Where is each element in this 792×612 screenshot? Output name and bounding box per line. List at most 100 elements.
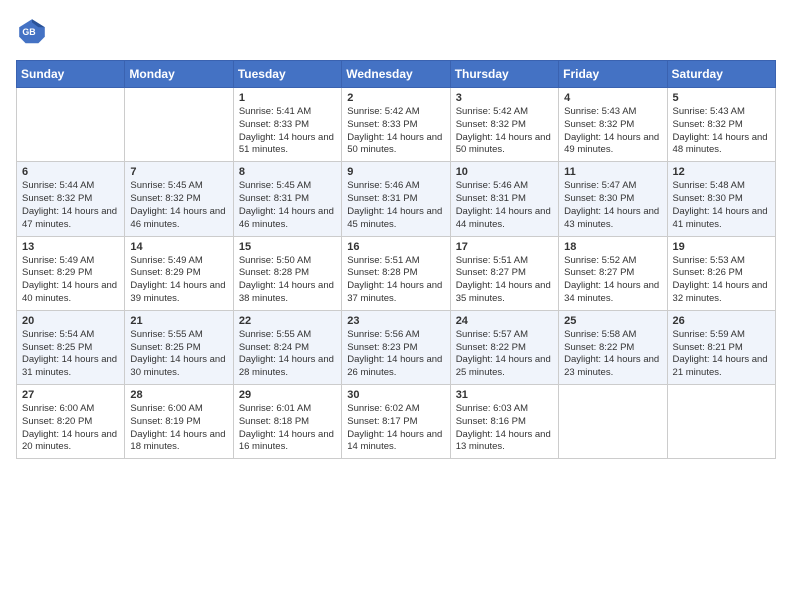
sunset-text: Sunset: 8:25 PM	[130, 342, 200, 353]
day-number: 9	[347, 166, 444, 178]
daylight-text: Daylight: 14 hours and 31 minutes.	[22, 354, 117, 378]
day-number: 20	[22, 315, 119, 327]
calendar-cell: 10 Sunrise: 5:46 AM Sunset: 8:31 PM Dayl…	[450, 162, 558, 236]
sunset-text: Sunset: 8:24 PM	[239, 342, 309, 353]
calendar-cell: 18 Sunrise: 5:52 AM Sunset: 8:27 PM Dayl…	[559, 236, 667, 310]
calendar-cell: 24 Sunrise: 5:57 AM Sunset: 8:22 PM Dayl…	[450, 310, 558, 384]
daylight-text: Daylight: 14 hours and 23 minutes.	[564, 354, 659, 378]
daylight-text: Daylight: 14 hours and 25 minutes.	[456, 354, 551, 378]
day-info: Sunrise: 5:58 AM Sunset: 8:22 PM Dayligh…	[564, 329, 661, 380]
calendar-cell	[17, 88, 125, 162]
sunrise-text: Sunrise: 5:56 AM	[347, 329, 419, 340]
day-info: Sunrise: 5:47 AM Sunset: 8:30 PM Dayligh…	[564, 180, 661, 231]
daylight-text: Daylight: 14 hours and 40 minutes.	[22, 280, 117, 304]
sunset-text: Sunset: 8:30 PM	[564, 193, 634, 204]
day-number: 1	[239, 92, 336, 104]
sunrise-text: Sunrise: 5:43 AM	[673, 106, 745, 117]
day-info: Sunrise: 6:02 AM Sunset: 8:17 PM Dayligh…	[347, 403, 444, 454]
sunrise-text: Sunrise: 5:42 AM	[347, 106, 419, 117]
calendar-week-row: 20 Sunrise: 5:54 AM Sunset: 8:25 PM Dayl…	[17, 310, 776, 384]
daylight-text: Daylight: 14 hours and 46 minutes.	[130, 206, 225, 230]
calendar-cell: 28 Sunrise: 6:00 AM Sunset: 8:19 PM Dayl…	[125, 385, 233, 459]
day-info: Sunrise: 5:42 AM Sunset: 8:33 PM Dayligh…	[347, 106, 444, 157]
sunrise-text: Sunrise: 5:45 AM	[130, 180, 202, 191]
daylight-text: Daylight: 14 hours and 21 minutes.	[673, 354, 768, 378]
calendar-cell: 27 Sunrise: 6:00 AM Sunset: 8:20 PM Dayl…	[17, 385, 125, 459]
day-info: Sunrise: 5:56 AM Sunset: 8:23 PM Dayligh…	[347, 329, 444, 380]
day-number: 19	[673, 241, 770, 253]
svg-text:GB: GB	[22, 27, 35, 37]
sunset-text: Sunset: 8:17 PM	[347, 416, 417, 427]
calendar-cell: 20 Sunrise: 5:54 AM Sunset: 8:25 PM Dayl…	[17, 310, 125, 384]
day-info: Sunrise: 5:59 AM Sunset: 8:21 PM Dayligh…	[673, 329, 770, 380]
daylight-text: Daylight: 14 hours and 16 minutes.	[239, 429, 334, 453]
calendar-cell: 14 Sunrise: 5:49 AM Sunset: 8:29 PM Dayl…	[125, 236, 233, 310]
logo: GB	[16, 16, 52, 48]
day-number: 2	[347, 92, 444, 104]
sunset-text: Sunset: 8:27 PM	[564, 267, 634, 278]
calendar-week-row: 1 Sunrise: 5:41 AM Sunset: 8:33 PM Dayli…	[17, 88, 776, 162]
sunset-text: Sunset: 8:19 PM	[130, 416, 200, 427]
day-info: Sunrise: 5:44 AM Sunset: 8:32 PM Dayligh…	[22, 180, 119, 231]
sunrise-text: Sunrise: 5:50 AM	[239, 255, 311, 266]
day-info: Sunrise: 5:51 AM Sunset: 8:27 PM Dayligh…	[456, 255, 553, 306]
daylight-text: Daylight: 14 hours and 41 minutes.	[673, 206, 768, 230]
sunrise-text: Sunrise: 5:44 AM	[22, 180, 94, 191]
day-number: 22	[239, 315, 336, 327]
page-header: GB	[16, 16, 776, 48]
calendar-header-row: SundayMondayTuesdayWednesdayThursdayFrid…	[17, 61, 776, 88]
daylight-text: Daylight: 14 hours and 38 minutes.	[239, 280, 334, 304]
sunset-text: Sunset: 8:30 PM	[673, 193, 743, 204]
day-number: 16	[347, 241, 444, 253]
sunrise-text: Sunrise: 5:54 AM	[22, 329, 94, 340]
weekday-header-monday: Monday	[125, 61, 233, 88]
day-number: 3	[456, 92, 553, 104]
daylight-text: Daylight: 14 hours and 28 minutes.	[239, 354, 334, 378]
daylight-text: Daylight: 14 hours and 14 minutes.	[347, 429, 442, 453]
sunrise-text: Sunrise: 5:43 AM	[564, 106, 636, 117]
day-info: Sunrise: 5:43 AM Sunset: 8:32 PM Dayligh…	[564, 106, 661, 157]
daylight-text: Daylight: 14 hours and 32 minutes.	[673, 280, 768, 304]
day-number: 28	[130, 389, 227, 401]
sunset-text: Sunset: 8:32 PM	[673, 119, 743, 130]
calendar-cell: 21 Sunrise: 5:55 AM Sunset: 8:25 PM Dayl…	[125, 310, 233, 384]
day-info: Sunrise: 6:00 AM Sunset: 8:19 PM Dayligh…	[130, 403, 227, 454]
sunset-text: Sunset: 8:27 PM	[456, 267, 526, 278]
day-number: 4	[564, 92, 661, 104]
sunrise-text: Sunrise: 6:02 AM	[347, 403, 419, 414]
sunrise-text: Sunrise: 6:01 AM	[239, 403, 311, 414]
day-number: 21	[130, 315, 227, 327]
calendar-cell: 13 Sunrise: 5:49 AM Sunset: 8:29 PM Dayl…	[17, 236, 125, 310]
day-info: Sunrise: 5:41 AM Sunset: 8:33 PM Dayligh…	[239, 106, 336, 157]
sunrise-text: Sunrise: 5:47 AM	[564, 180, 636, 191]
sunset-text: Sunset: 8:33 PM	[239, 119, 309, 130]
day-number: 11	[564, 166, 661, 178]
daylight-text: Daylight: 14 hours and 37 minutes.	[347, 280, 442, 304]
calendar-week-row: 13 Sunrise: 5:49 AM Sunset: 8:29 PM Dayl…	[17, 236, 776, 310]
day-number: 18	[564, 241, 661, 253]
daylight-text: Daylight: 14 hours and 18 minutes.	[130, 429, 225, 453]
day-number: 23	[347, 315, 444, 327]
sunset-text: Sunset: 8:29 PM	[130, 267, 200, 278]
day-number: 31	[456, 389, 553, 401]
day-info: Sunrise: 5:54 AM Sunset: 8:25 PM Dayligh…	[22, 329, 119, 380]
calendar-cell: 9 Sunrise: 5:46 AM Sunset: 8:31 PM Dayli…	[342, 162, 450, 236]
daylight-text: Daylight: 14 hours and 34 minutes.	[564, 280, 659, 304]
calendar-week-row: 6 Sunrise: 5:44 AM Sunset: 8:32 PM Dayli…	[17, 162, 776, 236]
sunset-text: Sunset: 8:21 PM	[673, 342, 743, 353]
sunrise-text: Sunrise: 5:57 AM	[456, 329, 528, 340]
sunrise-text: Sunrise: 5:46 AM	[456, 180, 528, 191]
day-info: Sunrise: 6:03 AM Sunset: 8:16 PM Dayligh…	[456, 403, 553, 454]
calendar-cell: 6 Sunrise: 5:44 AM Sunset: 8:32 PM Dayli…	[17, 162, 125, 236]
sunrise-text: Sunrise: 6:03 AM	[456, 403, 528, 414]
day-info: Sunrise: 5:46 AM Sunset: 8:31 PM Dayligh…	[347, 180, 444, 231]
daylight-text: Daylight: 14 hours and 43 minutes.	[564, 206, 659, 230]
daylight-text: Daylight: 14 hours and 49 minutes.	[564, 132, 659, 156]
calendar-week-row: 27 Sunrise: 6:00 AM Sunset: 8:20 PM Dayl…	[17, 385, 776, 459]
day-number: 13	[22, 241, 119, 253]
calendar-cell	[667, 385, 775, 459]
weekday-header-sunday: Sunday	[17, 61, 125, 88]
sunset-text: Sunset: 8:31 PM	[347, 193, 417, 204]
calendar-cell: 3 Sunrise: 5:42 AM Sunset: 8:32 PM Dayli…	[450, 88, 558, 162]
day-number: 17	[456, 241, 553, 253]
